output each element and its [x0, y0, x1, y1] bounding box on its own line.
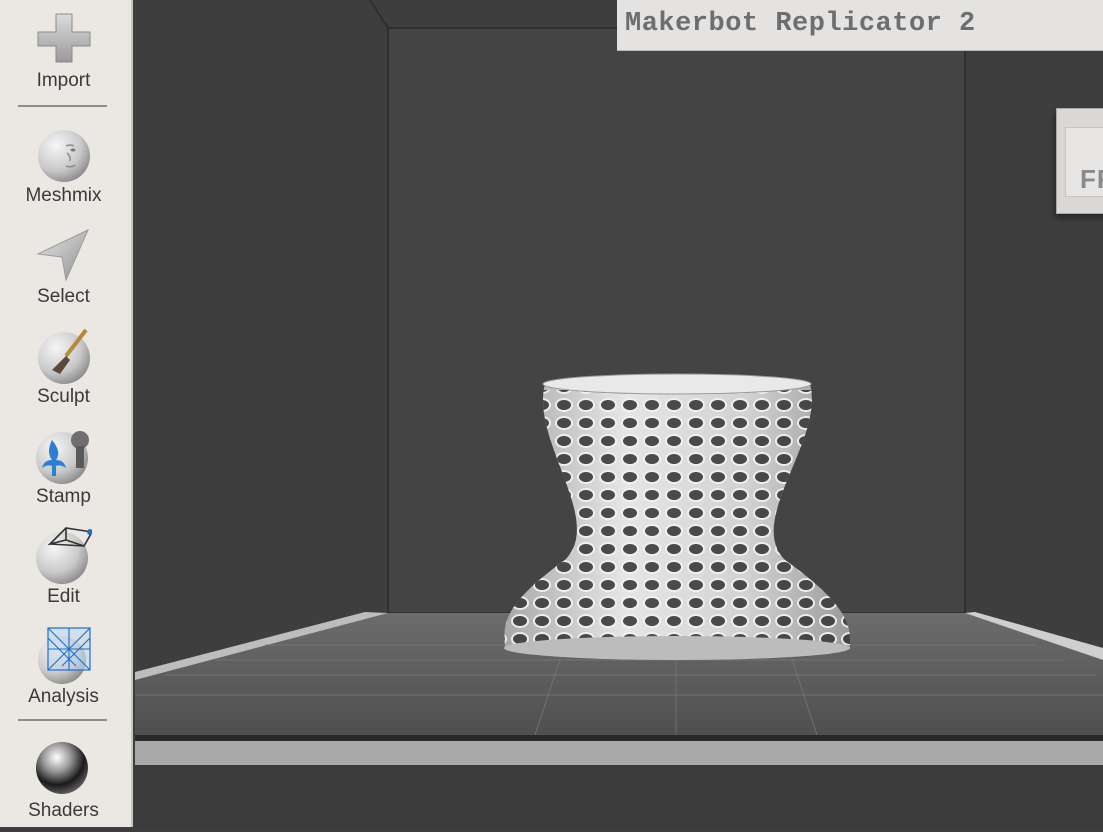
chrome-sphere-icon — [36, 742, 88, 794]
import-button[interactable]: Import — [0, 12, 127, 104]
tool-sidebar: Import Meshmix Select Sculpt Stamp Edit … — [0, 0, 133, 827]
arrow-pointer-icon — [36, 228, 90, 282]
plate-front-rail — [135, 741, 1103, 765]
sidebar-divider — [18, 719, 107, 721]
sculpt-button[interactable]: Sculpt — [0, 326, 127, 418]
build-volume-scene — [135, 0, 1103, 827]
stamp-button[interactable]: Stamp — [0, 426, 127, 518]
shaders-label: Shaders — [28, 800, 99, 821]
analysis-button[interactable]: Analysis — [0, 626, 127, 718]
fleur-de-lis-stamp-icon — [36, 431, 89, 484]
plate-shadow — [135, 735, 1103, 741]
sculpt-label: Sculpt — [37, 386, 90, 407]
view-cube[interactable]: FRO — [1056, 108, 1103, 214]
import-label: Import — [36, 70, 91, 91]
mesh-analysis-sphere-icon — [38, 627, 91, 684]
sidebar-divider — [18, 105, 107, 107]
edit-label: Edit — [47, 586, 80, 607]
printer-name-text: Makerbot Replicator 2 — [625, 9, 976, 39]
edit-button[interactable]: Edit — [0, 526, 127, 618]
printer-name-label: Makerbot Replicator 2 — [617, 0, 1103, 51]
meshmix-label: Meshmix — [25, 185, 102, 206]
meshmix-button[interactable]: Meshmix — [0, 126, 127, 218]
view-cube-front-face[interactable]: FRO — [1065, 127, 1103, 197]
stamp-label: Stamp — [36, 486, 91, 507]
analysis-label: Analysis — [28, 686, 99, 707]
select-button[interactable]: Select — [0, 226, 127, 318]
shaders-button[interactable]: Shaders — [0, 740, 127, 832]
face-sphere-icon — [38, 130, 90, 182]
brush-sphere-icon — [38, 328, 90, 384]
view-cube-label: FRO — [1080, 164, 1103, 194]
select-label: Select — [37, 286, 90, 307]
3d-viewport[interactable] — [135, 0, 1103, 827]
plus-icon — [37, 13, 91, 63]
lower-frame — [135, 765, 1103, 827]
wireframe-sphere-icon — [36, 527, 92, 584]
